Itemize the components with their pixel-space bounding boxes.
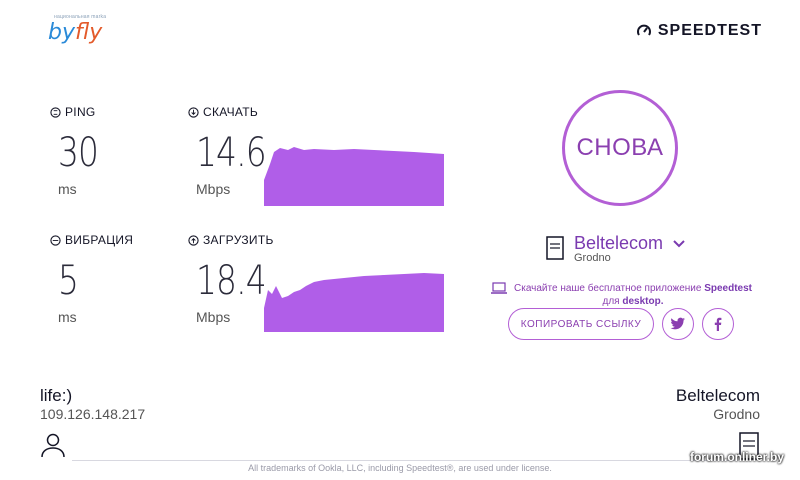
isp-ip: 109.126.148.217: [40, 406, 146, 422]
upload-label: ЗАГРУЗИТЬ: [188, 233, 274, 247]
download-label: СКАЧАТЬ: [188, 105, 258, 119]
upload-unit: Mbps: [196, 309, 231, 325]
watermark: forum.onliner.by: [689, 450, 784, 464]
trademark-footer: All trademarks of Ookla, LLC, including …: [248, 463, 552, 473]
chevron-down-icon[interactable]: [673, 239, 685, 248]
twitter-share-button[interactable]: [662, 308, 694, 340]
upload-value: 18.4: [196, 258, 267, 304]
logo-wordmark: byfly: [48, 20, 103, 45]
upload-graph: [264, 273, 444, 332]
promo-app-link[interactable]: Speedtest: [704, 283, 752, 294]
isp-name: life:): [40, 386, 73, 405]
app-promo[interactable]: Скачайте наше бесплатное приложение Spee…: [490, 282, 770, 308]
upload-icon: [188, 234, 199, 246]
laptop-icon: [491, 282, 507, 294]
brand-name: SPEEDTEST: [657, 22, 762, 39]
ping-icon: [50, 106, 61, 118]
facebook-share-button[interactable]: [702, 308, 734, 340]
server-icon: [546, 236, 564, 260]
download-unit: Mbps: [196, 181, 231, 197]
jitter-label: ВИБРАЦИЯ: [50, 233, 133, 247]
footer-divider: [72, 460, 738, 461]
copy-link-button[interactable]: КОПИРОВАТЬ ССЫЛКУ: [508, 308, 654, 340]
server-name: Beltelecom: [574, 233, 664, 253]
facebook-icon: [714, 317, 722, 331]
jitter-icon: [50, 234, 61, 246]
ping-unit: ms: [58, 181, 77, 197]
ping-label: PING: [50, 105, 96, 119]
jitter-value: 5: [58, 258, 79, 304]
host-name: Beltelecom: [675, 386, 760, 405]
download-graph: [264, 147, 444, 206]
gauge-icon: [636, 24, 651, 36]
jitter-unit: ms: [58, 309, 77, 325]
host-location: Grodno: [713, 406, 760, 422]
ping-value: 30: [58, 130, 99, 176]
twitter-icon: [670, 317, 685, 330]
again-label: СНОВА: [576, 134, 664, 161]
download-value: 14.6: [196, 130, 267, 176]
promo-platform-link[interactable]: desktop.: [622, 296, 663, 307]
download-icon: [188, 106, 199, 118]
speedtest-brand[interactable]: SPEEDTEST: [636, 22, 762, 40]
user-icon: [41, 433, 65, 458]
server-selector[interactable]: Beltelecom Grodno: [546, 233, 685, 264]
byfly-logo: национальная marka byfly: [48, 14, 108, 48]
again-button[interactable]: СНОВА: [562, 90, 678, 206]
